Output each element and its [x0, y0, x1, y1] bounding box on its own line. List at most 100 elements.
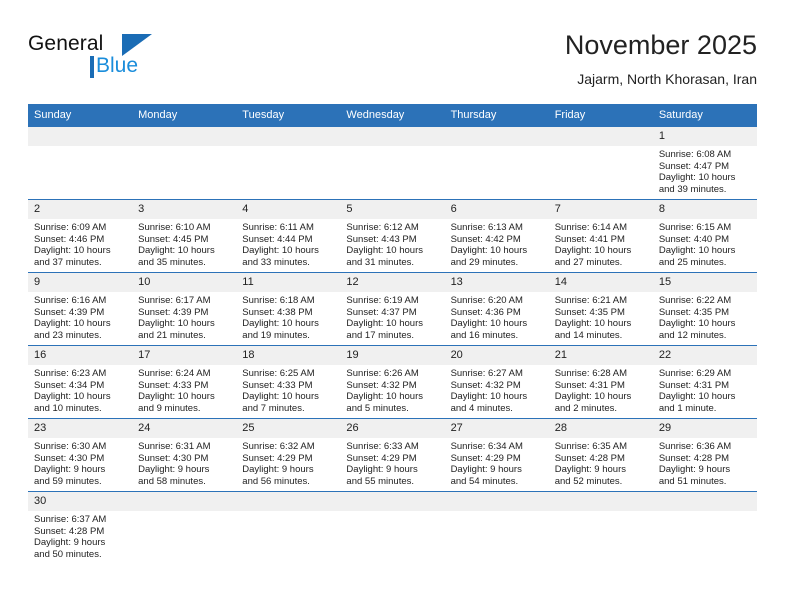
day-number: 29 [652, 419, 757, 438]
day-cell[interactable] [28, 126, 133, 200]
day-cell[interactable]: 26 Sunrise: 6:33 AM Sunset: 4:29 PM Dayl… [340, 418, 445, 492]
day-cell[interactable] [444, 126, 549, 200]
sunset-text: Sunset: 4:45 PM [138, 233, 209, 245]
day-details [236, 146, 340, 149]
day-cell[interactable] [652, 491, 757, 564]
triangle-flag-icon [122, 34, 152, 56]
day-cell[interactable] [132, 491, 237, 564]
weekday-header-friday: Friday [548, 104, 653, 127]
day-cell[interactable]: 24 Sunrise: 6:31 AM Sunset: 4:30 PM Dayl… [132, 418, 237, 492]
daylight-text-line2: and 39 minutes. [658, 183, 727, 195]
sunset-text: Sunset: 4:32 PM [450, 379, 521, 391]
day-details: Sunrise: 6:23 AM Sunset: 4:34 PM Dayligh… [28, 365, 132, 414]
day-cell[interactable]: 5 Sunrise: 6:12 AM Sunset: 4:43 PM Dayli… [340, 199, 445, 273]
day-details [236, 511, 340, 514]
day-details [445, 511, 549, 514]
day-number [236, 492, 341, 511]
sunrise-text: Sunrise: 6:35 AM [554, 441, 628, 452]
daylight-text-line2: and 51 minutes. [658, 475, 727, 487]
day-cell[interactable]: 4 Sunrise: 6:11 AM Sunset: 4:44 PM Dayli… [236, 199, 341, 273]
day-cell[interactable] [236, 126, 341, 200]
daylight-text-line2: and 12 minutes. [658, 329, 727, 341]
day-cell[interactable] [548, 491, 653, 564]
day-details: Sunrise: 6:14 AM Sunset: 4:41 PM Dayligh… [549, 219, 653, 268]
page-header: General Blue November 2025 Jajarm, North… [28, 28, 757, 98]
week-row: 2 Sunrise: 6:09 AM Sunset: 4:46 PM Dayli… [28, 199, 757, 273]
sunrise-text: Sunrise: 6:31 AM [138, 441, 211, 452]
sunset-text: Sunset: 4:39 PM [34, 306, 105, 318]
daylight-text-line1: Daylight: 10 hours [138, 391, 215, 403]
day-cell[interactable] [548, 126, 653, 200]
day-cell[interactable]: 9 Sunrise: 6:16 AM Sunset: 4:39 PM Dayli… [28, 272, 133, 346]
day-number [132, 492, 237, 511]
daylight-text-line2: and 4 minutes. [450, 402, 513, 414]
day-cell[interactable]: 12 Sunrise: 6:19 AM Sunset: 4:37 PM Dayl… [340, 272, 445, 346]
day-cell[interactable] [236, 491, 341, 564]
sunset-text: Sunset: 4:38 PM [242, 306, 313, 318]
day-cell[interactable]: 18 Sunrise: 6:25 AM Sunset: 4:33 PM Dayl… [236, 345, 341, 419]
weekday-header-wednesday: Wednesday [340, 104, 445, 127]
day-cell[interactable]: 1 Sunrise: 6:08 AM Sunset: 4:47 PM Dayli… [652, 126, 757, 200]
day-details: Sunrise: 6:35 AM Sunset: 4:28 PM Dayligh… [549, 438, 653, 487]
sunrise-text: Sunrise: 6:30 AM [34, 441, 107, 452]
week-row: 30 Sunrise: 6:37 AM Sunset: 4:28 PM Dayl… [28, 491, 757, 564]
day-cell[interactable]: 20 Sunrise: 6:27 AM Sunset: 4:32 PM Dayl… [444, 345, 549, 419]
daylight-text-line1: Daylight: 10 hours [346, 391, 423, 403]
day-cell[interactable] [444, 491, 549, 564]
daylight-text-line1: Daylight: 10 hours [138, 245, 215, 257]
day-cell[interactable]: 16 Sunrise: 6:23 AM Sunset: 4:34 PM Dayl… [28, 345, 133, 419]
day-cell[interactable]: 21 Sunrise: 6:28 AM Sunset: 4:31 PM Dayl… [548, 345, 653, 419]
day-cell[interactable]: 8 Sunrise: 6:15 AM Sunset: 4:40 PM Dayli… [652, 199, 757, 273]
day-details: Sunrise: 6:37 AM Sunset: 4:28 PM Dayligh… [28, 511, 132, 560]
day-cell[interactable]: 11 Sunrise: 6:18 AM Sunset: 4:38 PM Dayl… [236, 272, 341, 346]
day-cell[interactable] [340, 491, 445, 564]
day-details: Sunrise: 6:32 AM Sunset: 4:29 PM Dayligh… [236, 438, 340, 487]
day-cell[interactable]: 10 Sunrise: 6:17 AM Sunset: 4:39 PM Dayl… [132, 272, 237, 346]
day-cell[interactable]: 30 Sunrise: 6:37 AM Sunset: 4:28 PM Dayl… [28, 491, 133, 564]
day-cell[interactable]: 7 Sunrise: 6:14 AM Sunset: 4:41 PM Dayli… [548, 199, 653, 273]
daylight-text-line2: and 31 minutes. [346, 256, 415, 268]
day-cell[interactable]: 22 Sunrise: 6:29 AM Sunset: 4:31 PM Dayl… [652, 345, 757, 419]
sunset-text: Sunset: 4:44 PM [242, 233, 313, 245]
daylight-text-line2: and 33 minutes. [242, 256, 310, 268]
weekday-header-monday: Monday [132, 104, 237, 127]
day-details: Sunrise: 6:08 AM Sunset: 4:47 PM Dayligh… [653, 146, 757, 195]
daylight-text-line1: Daylight: 10 hours [658, 318, 736, 330]
day-number: 10 [132, 273, 237, 292]
daylight-text-line1: Daylight: 10 hours [138, 318, 215, 330]
day-cell[interactable]: 19 Sunrise: 6:26 AM Sunset: 4:32 PM Dayl… [340, 345, 445, 419]
sunset-text: Sunset: 4:30 PM [138, 452, 209, 464]
day-cell[interactable]: 13 Sunrise: 6:20 AM Sunset: 4:36 PM Dayl… [444, 272, 549, 346]
day-details [549, 511, 653, 514]
daylight-text-line1: Daylight: 9 hours [554, 464, 626, 476]
day-cell[interactable]: 17 Sunrise: 6:24 AM Sunset: 4:33 PM Dayl… [132, 345, 237, 419]
day-details: Sunrise: 6:27 AM Sunset: 4:32 PM Dayligh… [445, 365, 549, 414]
day-cell[interactable]: 14 Sunrise: 6:21 AM Sunset: 4:35 PM Dayl… [548, 272, 653, 346]
page-title: November 2025 [564, 30, 757, 60]
day-details [445, 146, 549, 149]
sunset-text: Sunset: 4:31 PM [554, 379, 625, 391]
daylight-text-line1: Daylight: 9 hours [242, 464, 314, 476]
day-cell[interactable]: 6 Sunrise: 6:13 AM Sunset: 4:42 PM Dayli… [444, 199, 549, 273]
logo-text-general: General [28, 32, 104, 55]
day-cell[interactable]: 29 Sunrise: 6:36 AM Sunset: 4:28 PM Dayl… [652, 418, 757, 492]
day-cell[interactable]: 28 Sunrise: 6:35 AM Sunset: 4:28 PM Dayl… [548, 418, 653, 492]
daylight-text-line1: Daylight: 10 hours [346, 318, 423, 330]
sunset-text: Sunset: 4:29 PM [242, 452, 313, 464]
day-number: 19 [340, 346, 445, 365]
day-cell[interactable]: 25 Sunrise: 6:32 AM Sunset: 4:29 PM Dayl… [236, 418, 341, 492]
day-cell[interactable]: 15 Sunrise: 6:22 AM Sunset: 4:35 PM Dayl… [652, 272, 757, 346]
general-blue-logo[interactable]: General Blue [28, 32, 158, 88]
day-cell[interactable] [340, 126, 445, 200]
day-cell[interactable]: 23 Sunrise: 6:30 AM Sunset: 4:30 PM Dayl… [28, 418, 133, 492]
daylight-text-line1: Daylight: 10 hours [658, 391, 736, 403]
daylight-text-line2: and 19 minutes. [242, 329, 310, 341]
day-cell[interactable] [132, 126, 237, 200]
sunrise-text: Sunrise: 6:28 AM [554, 368, 628, 379]
day-cell[interactable]: 27 Sunrise: 6:34 AM Sunset: 4:29 PM Dayl… [444, 418, 549, 492]
day-number [652, 492, 757, 511]
day-number: 18 [236, 346, 341, 365]
day-details: Sunrise: 6:19 AM Sunset: 4:37 PM Dayligh… [340, 292, 444, 341]
day-cell[interactable]: 2 Sunrise: 6:09 AM Sunset: 4:46 PM Dayli… [28, 199, 133, 273]
day-cell[interactable]: 3 Sunrise: 6:10 AM Sunset: 4:45 PM Dayli… [132, 199, 237, 273]
